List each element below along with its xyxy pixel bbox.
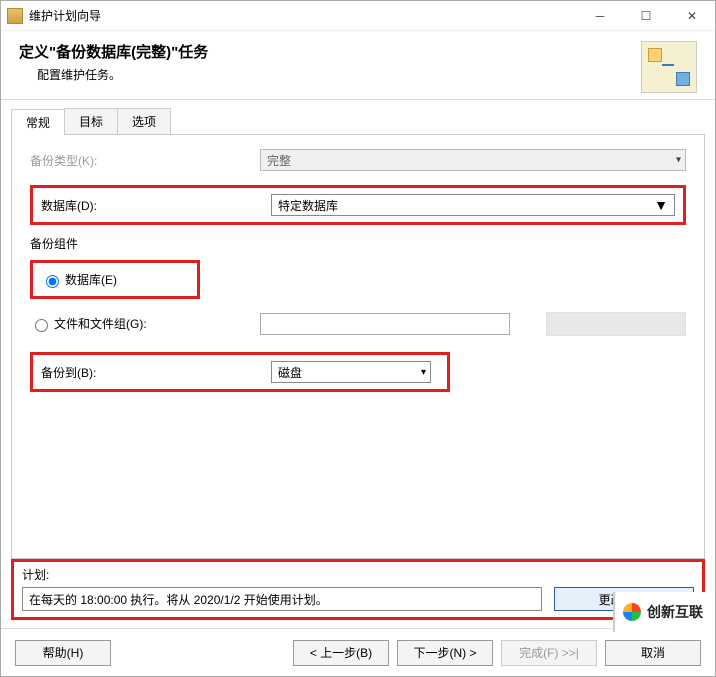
radio-database-input[interactable]	[46, 275, 59, 288]
radio-filegroup-input[interactable]	[35, 319, 48, 332]
backup-type-value: 完整	[267, 152, 291, 169]
highlight-backup-to: 备份到(B): 磁盘 ▾	[30, 352, 450, 392]
wizard-icon	[641, 41, 697, 93]
component-label: 备份组件	[30, 235, 686, 252]
highlight-database: 数据库(D): 特定数据库 ▼	[30, 185, 686, 225]
body: 常规 目标 选项 备份类型(K): 完整 ▾ 数据库(D): 特定数据库 ▼	[1, 100, 715, 628]
radio-filegroup[interactable]: 文件和文件组(G):	[30, 315, 260, 332]
wizard-header: 定义"备份数据库(完整)"任务 配置维护任务。	[1, 31, 715, 100]
app-icon	[7, 8, 23, 24]
minimize-button[interactable]: ─	[577, 1, 623, 31]
backup-to-label: 备份到(B):	[41, 364, 271, 381]
next-button[interactable]: 下一步(N) >	[397, 640, 493, 666]
database-label: 数据库(D):	[41, 197, 271, 214]
tab-general[interactable]: 常规	[11, 109, 65, 135]
database-value: 特定数据库	[278, 197, 338, 214]
wizard-window: 维护计划向导 ─ ☐ ✕ 定义"备份数据库(完整)"任务 配置维护任务。 常规 …	[0, 0, 716, 677]
tab-pane-general: 备份类型(K): 完整 ▾ 数据库(D): 特定数据库 ▼ 备份组件	[11, 135, 705, 559]
chevron-down-icon: ▼	[652, 196, 670, 214]
chevron-down-icon: ▾	[421, 367, 426, 378]
highlight-radio-db: 数据库(E)	[30, 260, 200, 299]
footer: 帮助(H) < 上一步(B) 下一步(N) > 完成(F) >>| 取消	[1, 628, 715, 676]
database-combo[interactable]: 特定数据库 ▼	[271, 194, 675, 216]
chevron-down-icon: ▾	[676, 155, 681, 166]
schedule-textbox[interactable]: 在每天的 18:00:00 执行。将从 2020/1/2 开始使用计划。	[22, 587, 542, 611]
tab-target[interactable]: 目标	[64, 108, 118, 134]
radio-database[interactable]: 数据库(E)	[41, 271, 189, 288]
help-button[interactable]: 帮助(H)	[15, 640, 111, 666]
cancel-button[interactable]: 取消	[605, 640, 701, 666]
watermark-logo-icon	[623, 603, 641, 621]
close-button[interactable]: ✕	[669, 1, 715, 31]
watermark: 创新互联	[613, 592, 715, 632]
backup-type-label: 备份类型(K):	[30, 152, 260, 169]
titlebar: 维护计划向导 ─ ☐ ✕	[1, 1, 715, 31]
schedule-value: 在每天的 18:00:00 执行。将从 2020/1/2 开始使用计划。	[29, 591, 328, 608]
tab-options[interactable]: 选项	[117, 108, 171, 134]
page-title: 定义"备份数据库(完整)"任务	[19, 41, 631, 62]
backup-to-combo[interactable]: 磁盘 ▾	[271, 361, 431, 383]
page-subtitle: 配置维护任务。	[37, 66, 631, 83]
schedule-label: 计划:	[22, 566, 694, 583]
tabs: 常规 目标 选项	[11, 108, 705, 135]
schedule-area: 计划: 在每天的 18:00:00 执行。将从 2020/1/2 开始使用计划。…	[11, 559, 705, 620]
backup-to-value: 磁盘	[278, 364, 302, 381]
maximize-button[interactable]: ☐	[623, 1, 669, 31]
prev-button[interactable]: < 上一步(B)	[293, 640, 389, 666]
finish-button: 完成(F) >>|	[501, 640, 597, 666]
radio-database-label: 数据库(E)	[65, 271, 117, 288]
filegroup-browse-button	[546, 312, 686, 336]
filegroup-textbox[interactable]	[260, 313, 510, 335]
watermark-text: 创新互联	[647, 602, 703, 622]
backup-type-combo: 完整 ▾	[260, 149, 686, 171]
radio-filegroup-label: 文件和文件组(G):	[54, 315, 147, 332]
window-title: 维护计划向导	[29, 7, 577, 24]
